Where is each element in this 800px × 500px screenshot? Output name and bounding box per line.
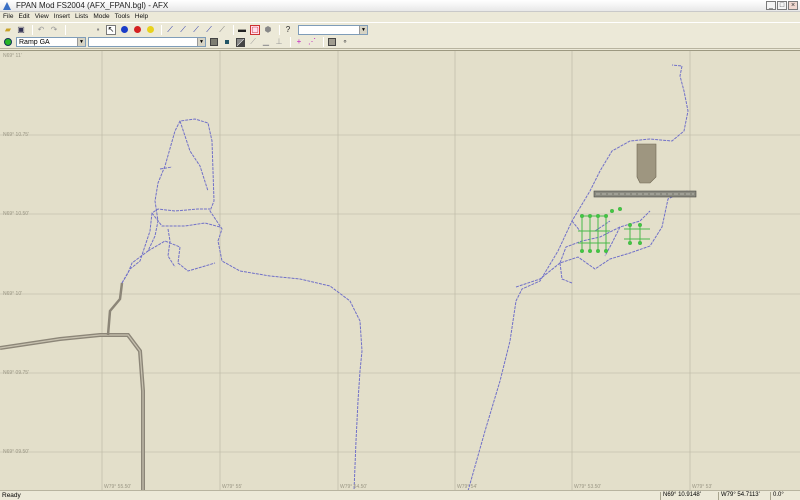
apron-icon[interactable]: ⬢ — [263, 25, 273, 35]
blue-node-icon[interactable] — [119, 25, 129, 35]
close-button[interactable]: × — [788, 1, 798, 10]
runway — [593, 190, 697, 198]
taxi-link-2-icon[interactable]: ⟋ — [178, 25, 188, 35]
taxi-link-5-icon[interactable]: ⟋ — [217, 25, 227, 35]
title-bar: FPAN Mod FS2004 (AFX_FPAN.bgl) - AFX _ □… — [0, 0, 800, 12]
dark-square-icon[interactable] — [209, 37, 219, 47]
chevron-down-icon: ▼ — [77, 38, 85, 46]
layer-select[interactable]: Ramp GA ▼ — [16, 37, 86, 47]
lat-label-6: N69° 09.50' — [3, 449, 30, 455]
green-status-icon[interactable] — [3, 37, 13, 47]
status-ready: Ready — [2, 492, 21, 499]
road-path — [0, 333, 145, 490]
status-bar: Ready N69° 10.9148' W79° 54.7113' 0.0° — [0, 490, 800, 500]
menu-tools[interactable]: Tools — [115, 13, 130, 20]
chevron-down-icon: ▼ — [197, 38, 205, 46]
marker-icon[interactable]: ⊥ — [274, 37, 284, 47]
map-canvas[interactable] — [0, 51, 800, 490]
runway-icon[interactable]: ▬ — [237, 25, 247, 35]
map-view[interactable]: N69° 11' N69° 10.75' N69° 10.50' N69° 10… — [0, 50, 800, 490]
yellow-node-icon[interactable] — [145, 25, 155, 35]
status-longitude: W79° 54.7113' — [718, 492, 768, 500]
lat-label-2: N69° 10.75' — [3, 132, 30, 138]
redo-icon[interactable]: ↷ — [49, 25, 59, 35]
open-folder-icon[interactable]: ▰ — [3, 25, 13, 35]
help-pointer-icon[interactable]: ? — [283, 25, 293, 35]
menu-insert[interactable]: Insert — [54, 13, 70, 20]
undo-icon[interactable]: ↶ — [36, 25, 46, 35]
link-icon[interactable]: ∘ — [340, 37, 350, 47]
maximize-button[interactable]: □ — [777, 1, 787, 10]
lat-label-3: N69° 10.50' — [3, 211, 30, 217]
menu-bar: File Edit View Insert Lists Mode Tools H… — [0, 12, 800, 21]
object-filter-select[interactable]: ▼ — [88, 37, 206, 47]
menu-file[interactable]: File — [3, 13, 13, 20]
taxi-link-4-icon[interactable]: ⟋ — [204, 25, 214, 35]
layer-toolbar: Ramp GA ▼ ▼ ⟋ ▁ ⊥ + ⋰ ∘ — [0, 36, 800, 49]
menu-view[interactable]: View — [35, 13, 49, 20]
window-title: FPAN Mod FS2004 (AFX_FPAN.bgl) - AFX — [16, 1, 169, 10]
chevron-down-icon: ▼ — [359, 25, 367, 34]
delete-icon[interactable]: ▪ — [93, 25, 103, 35]
main-toolbar: ▰ ▣ ↶ ↷ ▪ ↖ ⟋ ⟋ ⟋ ⟋ ⟋ ▬ ▢ ⬢ ? ▼ — [0, 22, 800, 36]
map-grid — [0, 51, 800, 490]
red-node-icon[interactable] — [132, 25, 142, 35]
path-icon[interactable]: ⋰ — [307, 37, 317, 47]
menu-help[interactable]: Help — [135, 13, 148, 20]
apron-area — [636, 143, 657, 184]
add-node-icon[interactable]: + — [294, 37, 304, 47]
status-heading: 0.0° — [770, 492, 798, 500]
status-latitude: N69° 10.9148' — [660, 492, 716, 500]
grid-icon[interactable] — [327, 37, 337, 47]
minimize-button[interactable]: _ — [766, 1, 776, 10]
green-square-icon[interactable] — [222, 37, 232, 47]
select-arrow-icon[interactable]: ↖ — [106, 24, 116, 35]
menu-lists[interactable]: Lists — [75, 13, 88, 20]
app-icon — [3, 1, 11, 10]
lat-label-4: N69° 10' — [3, 291, 23, 297]
taxiway-network-right — [467, 64, 689, 490]
menu-edit[interactable]: Edit — [18, 13, 29, 20]
taxiway-network-left — [121, 118, 363, 490]
taxi-link-3-icon[interactable]: ⟋ — [191, 25, 201, 35]
lat-label-5: N69° 09.75' — [3, 370, 30, 376]
line-tool-icon[interactable]: ⟋ — [248, 37, 258, 47]
object-type-select[interactable]: ▼ — [298, 24, 368, 35]
boundary-icon[interactable]: ▢ — [250, 24, 260, 35]
menu-mode[interactable]: Mode — [93, 13, 109, 20]
lat-label-1: N69° 11' — [3, 53, 22, 59]
texture-icon[interactable] — [235, 37, 245, 47]
taxi-link-icon[interactable]: ⟋ — [165, 25, 175, 35]
save-icon[interactable]: ▣ — [16, 25, 26, 35]
layer-select-value: Ramp GA — [19, 38, 50, 46]
line-width-icon[interactable]: ▁ — [261, 37, 271, 47]
